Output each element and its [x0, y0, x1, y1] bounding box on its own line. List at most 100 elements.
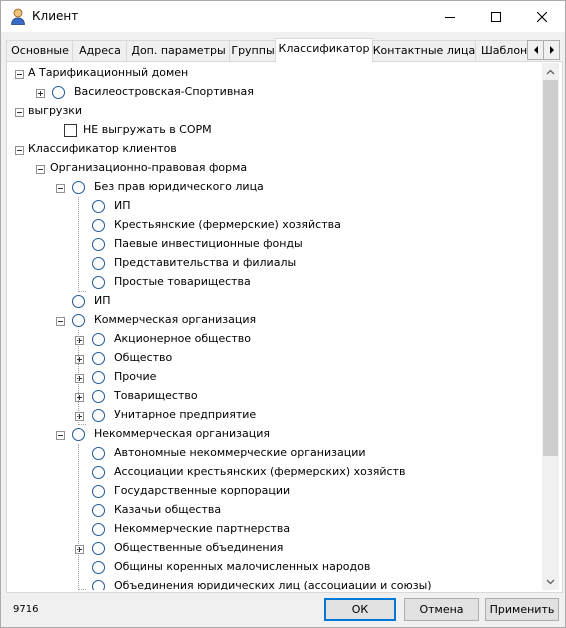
- tree-node[interactable]: Объединения юридических лиц (ассоциации …: [8, 577, 541, 590]
- tree-node[interactable]: Прочие: [8, 368, 541, 387]
- tree-node[interactable]: Государственные корпорации: [8, 482, 541, 501]
- tree-node[interactable]: Общественные объединения: [8, 539, 541, 558]
- tree-node-label: Простые товарищества: [114, 275, 251, 288]
- tree-node-label: Общество: [114, 351, 173, 364]
- tree-node[interactable]: Общины коренных малочисленных народов: [8, 558, 541, 577]
- tree-node[interactable]: Некоммерческая организация: [8, 425, 541, 444]
- tab-scroll-left-button[interactable]: [527, 40, 544, 60]
- node-checkbox[interactable]: [64, 124, 77, 137]
- record-count: 9716: [13, 604, 39, 615]
- node-radio[interactable]: [92, 390, 105, 403]
- tab-addresses[interactable]: Адреса: [72, 40, 128, 61]
- tab-scroll-right-button[interactable]: [543, 40, 560, 60]
- tree-node-label: Ассоциации крестьянских (фермерских) хоз…: [114, 465, 406, 478]
- tree-node[interactable]: выгрузки: [8, 102, 541, 121]
- tree-node[interactable]: А Тарификационный домен: [8, 64, 541, 83]
- tree-node-label: НЕ выгружать в СОРМ: [83, 123, 212, 136]
- tree-guide-line: [78, 424, 86, 426]
- node-radio[interactable]: [92, 352, 105, 365]
- tree-node[interactable]: Казачьи общества: [8, 501, 541, 520]
- user-icon: [10, 8, 26, 25]
- tree-node-label: ИП: [94, 294, 111, 307]
- tree-node-label: Акционерное общество: [114, 332, 251, 345]
- node-radio[interactable]: [92, 504, 105, 517]
- maximize-icon: [491, 11, 501, 22]
- arrow-left-icon: [533, 46, 538, 54]
- tree-node-label: Коммерческая организация: [94, 313, 257, 326]
- tree-node[interactable]: Коммерческая организация: [8, 311, 541, 330]
- node-radio[interactable]: [92, 542, 105, 555]
- classifier-tree[interactable]: А Тарификационный домен Василеостровская-…: [8, 63, 541, 590]
- collapse-minus-icon[interactable]: [15, 145, 24, 155]
- node-radio[interactable]: [92, 523, 105, 536]
- tree-node-label: Унитарное предприятие: [114, 408, 257, 421]
- tree-node[interactable]: Акционерное общество: [8, 330, 541, 349]
- tree-node[interactable]: НЕ выгружать в СОРМ: [8, 121, 541, 140]
- node-radio[interactable]: [52, 86, 65, 99]
- expand-plus-icon[interactable]: [36, 88, 45, 98]
- client-dialog: Клиент Основные Адреса Доп. параметры Гр…: [0, 0, 566, 628]
- node-radio[interactable]: [92, 371, 105, 384]
- tree-guide-line: [78, 197, 80, 292]
- node-radio[interactable]: [92, 200, 105, 213]
- node-radio[interactable]: [92, 447, 105, 460]
- scroll-up-button[interactable]: [542, 63, 559, 80]
- tree-node[interactable]: Некоммерческие партнерства: [8, 520, 541, 539]
- tab-main[interactable]: Основные: [6, 40, 74, 61]
- tree-node[interactable]: Унитарное предприятие: [8, 406, 541, 425]
- tree-node[interactable]: Товарищество: [8, 387, 541, 406]
- vertical-scrollbar[interactable]: [542, 63, 559, 590]
- cancel-button[interactable]: Отмена: [404, 598, 479, 621]
- collapse-minus-icon[interactable]: [36, 164, 45, 174]
- collapse-minus-icon[interactable]: [56, 316, 65, 326]
- node-radio[interactable]: [92, 219, 105, 232]
- tree-node[interactable]: Организационно-правовая форма: [8, 159, 541, 178]
- tree-node-label: А Тарификационный домен: [28, 66, 189, 79]
- node-radio[interactable]: [72, 295, 85, 308]
- node-radio[interactable]: [92, 580, 105, 590]
- ok-button[interactable]: ОК: [324, 598, 396, 621]
- tree-node[interactable]: Ассоциации крестьянских (фермерских) хоз…: [8, 463, 541, 482]
- tree-guide-line: [78, 291, 86, 293]
- tab-classifier[interactable]: Классификатор: [275, 38, 373, 62]
- tree-node[interactable]: Василеостровская-Спортивная: [8, 83, 541, 102]
- close-button[interactable]: [519, 1, 565, 32]
- node-radio[interactable]: [72, 314, 85, 327]
- node-radio[interactable]: [92, 276, 105, 289]
- tab-extra-params[interactable]: Доп. параметры: [126, 40, 231, 61]
- tree-node[interactable]: Крестьянские (фермерские) хозяйства: [8, 216, 541, 235]
- tree-node[interactable]: ИП: [8, 197, 541, 216]
- tab-groups[interactable]: Группы: [229, 40, 277, 61]
- node-radio[interactable]: [92, 485, 105, 498]
- tree-node[interactable]: Представительства и филиалы: [8, 254, 541, 273]
- node-radio[interactable]: [72, 181, 85, 194]
- collapse-minus-icon[interactable]: [56, 430, 65, 440]
- arrow-right-icon: [549, 46, 554, 54]
- collapse-minus-icon[interactable]: [15, 69, 24, 79]
- maximize-button[interactable]: [473, 1, 519, 32]
- tab-contacts[interactable]: Контактные лица: [371, 40, 477, 61]
- tree-node-label: Без прав юридического лица: [94, 180, 264, 193]
- node-radio[interactable]: [92, 466, 105, 479]
- tree-node[interactable]: Общество: [8, 349, 541, 368]
- tree-node-label: Объединения юридических лиц (ассоциации …: [114, 579, 432, 590]
- node-radio[interactable]: [92, 561, 105, 574]
- tree-node[interactable]: Без прав юридического лица: [8, 178, 541, 197]
- node-radio[interactable]: [72, 428, 85, 441]
- tree-node[interactable]: Паевые инвестиционные фонды: [8, 235, 541, 254]
- minimize-button[interactable]: [427, 1, 473, 32]
- node-radio[interactable]: [92, 238, 105, 251]
- node-radio[interactable]: [92, 257, 105, 270]
- tree-node[interactable]: Классификатор клиентов: [8, 140, 541, 159]
- tree-node[interactable]: Автономные некоммерческие организации: [8, 444, 541, 463]
- tree-node-label: ИП: [114, 199, 131, 212]
- node-radio[interactable]: [92, 409, 105, 422]
- tree-node[interactable]: ИП: [8, 292, 541, 311]
- collapse-minus-icon[interactable]: [15, 107, 24, 117]
- tree-node[interactable]: Простые товарищества: [8, 273, 541, 292]
- node-radio[interactable]: [92, 333, 105, 346]
- scroll-thumb[interactable]: [543, 80, 558, 456]
- collapse-minus-icon[interactable]: [56, 183, 65, 193]
- scroll-down-button[interactable]: [542, 573, 559, 590]
- apply-button[interactable]: Применить: [485, 598, 559, 621]
